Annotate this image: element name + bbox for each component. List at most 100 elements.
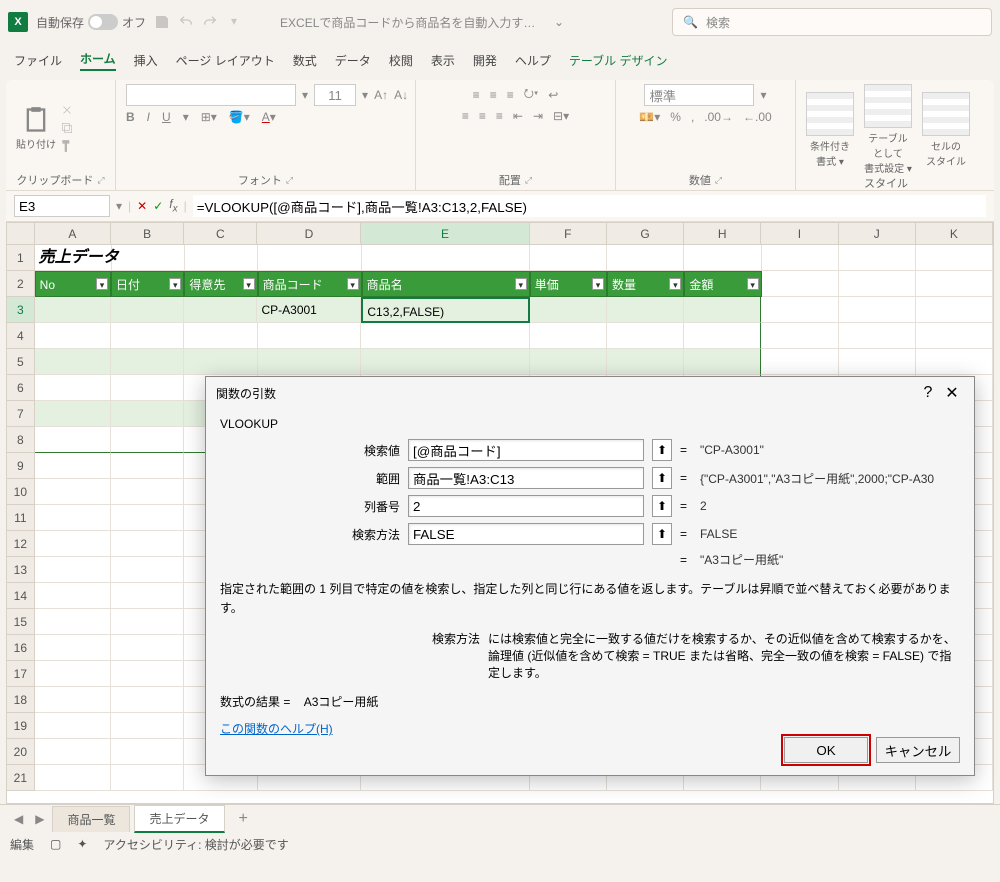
cell[interactable] <box>607 245 684 271</box>
cell[interactable] <box>761 323 838 349</box>
cell[interactable] <box>111 765 184 791</box>
col-header-F[interactable]: F <box>530 223 607 245</box>
col-header-K[interactable]: K <box>916 223 993 245</box>
number-launcher-icon[interactable]: ⤢ <box>715 175 722 186</box>
tab-insert[interactable]: 挿入 <box>134 52 158 69</box>
macro-record-icon[interactable]: ▢ <box>50 837 61 851</box>
row-header[interactable]: 19 <box>7 713 35 739</box>
paste-button[interactable]: 貼り付け <box>16 106 56 151</box>
cell[interactable] <box>916 323 993 349</box>
cell[interactable] <box>111 739 184 765</box>
row-header[interactable]: 14 <box>7 583 35 609</box>
cell[interactable] <box>607 323 684 349</box>
cell[interactable] <box>111 323 184 349</box>
row-header[interactable]: 4 <box>7 323 35 349</box>
fx-icon[interactable]: fx <box>169 197 177 214</box>
cell[interactable]: No▾ <box>35 271 111 297</box>
fill-color-button[interactable]: 🪣▾ <box>229 110 250 124</box>
cell[interactable] <box>35 453 111 479</box>
undo-icon[interactable] <box>178 14 194 30</box>
cell[interactable] <box>111 583 184 609</box>
underline-button[interactable]: U <box>162 110 171 124</box>
size-dropdown-icon[interactable]: ▾ <box>362 88 368 102</box>
cell[interactable] <box>35 323 111 349</box>
tab-home[interactable]: ホーム <box>80 50 116 71</box>
cell[interactable] <box>35 635 111 661</box>
align-left-icon[interactable]: ≡ <box>462 109 469 123</box>
wrap-text-icon[interactable]: ↩ <box>548 88 558 102</box>
row-header[interactable]: 5 <box>7 349 35 375</box>
cell[interactable] <box>111 349 184 375</box>
cell[interactable] <box>839 245 916 271</box>
increase-indent-icon[interactable]: ⇥ <box>533 109 543 123</box>
cell[interactable] <box>762 271 839 297</box>
tab-developer[interactable]: 開発 <box>473 52 497 69</box>
cell[interactable]: C13,2,FALSE) <box>361 297 529 323</box>
font-launcher-icon[interactable]: ⤢ <box>286 175 293 186</box>
cell[interactable] <box>35 375 111 401</box>
cell[interactable]: 日付▾ <box>111 271 184 297</box>
cell[interactable] <box>839 323 916 349</box>
row-header[interactable]: 18 <box>7 687 35 713</box>
font-color-button[interactable]: A▾ <box>262 110 276 124</box>
cell[interactable] <box>111 687 184 713</box>
cell[interactable] <box>762 245 839 271</box>
cell[interactable] <box>111 661 184 687</box>
cell[interactable]: 商品名▾ <box>362 271 530 297</box>
col-header-D[interactable]: D <box>257 223 361 245</box>
cell[interactable] <box>35 739 111 765</box>
align-right-icon[interactable]: ≡ <box>496 109 503 123</box>
tab-review[interactable]: 校閲 <box>389 52 413 69</box>
comma-icon[interactable]: , <box>691 110 694 124</box>
align-middle-icon[interactable]: ≡ <box>490 88 497 102</box>
row-header[interactable]: 12 <box>7 531 35 557</box>
alignment-launcher-icon[interactable]: ⤢ <box>525 175 532 186</box>
redo-icon[interactable] <box>202 14 218 30</box>
col-header-H[interactable]: H <box>684 223 761 245</box>
italic-button[interactable]: I <box>147 110 150 124</box>
cell[interactable] <box>839 297 916 323</box>
sheet-tab-1[interactable]: 商品一覧 <box>52 806 130 832</box>
filter-dropdown-icon[interactable]: ▾ <box>669 278 681 290</box>
autosave-toggle[interactable]: 自動保存 オフ <box>36 14 146 31</box>
ok-button[interactable]: OK <box>784 737 868 763</box>
cell[interactable] <box>184 349 257 375</box>
cell[interactable] <box>111 453 184 479</box>
cell[interactable] <box>839 349 916 375</box>
row-header[interactable]: 15 <box>7 609 35 635</box>
cell[interactable] <box>916 271 993 297</box>
cell[interactable] <box>35 479 111 505</box>
cell[interactable]: 売上データ <box>35 245 112 271</box>
accessibility-icon[interactable]: ✦ <box>77 837 87 851</box>
row-header[interactable]: 3 <box>7 297 35 323</box>
col-header-A[interactable]: A <box>35 223 111 245</box>
range-picker-icon[interactable]: ⬆ <box>652 439 672 461</box>
filter-dropdown-icon[interactable]: ▾ <box>515 278 527 290</box>
cell[interactable] <box>184 297 257 323</box>
row-header[interactable]: 21 <box>7 765 35 791</box>
cell[interactable] <box>607 349 684 375</box>
col-header-I[interactable]: I <box>761 223 838 245</box>
tab-view[interactable]: 表示 <box>431 52 455 69</box>
cell[interactable] <box>35 557 111 583</box>
cell[interactable] <box>761 297 838 323</box>
filter-dropdown-icon[interactable]: ▾ <box>347 278 359 290</box>
row-header[interactable]: 9 <box>7 453 35 479</box>
align-center-icon[interactable]: ≡ <box>479 109 486 123</box>
align-top-icon[interactable]: ≡ <box>473 88 480 102</box>
cell[interactable] <box>111 609 184 635</box>
range-picker-icon[interactable]: ⬆ <box>652 467 672 489</box>
cell[interactable] <box>35 297 111 323</box>
arg-col-index-input[interactable] <box>408 495 644 517</box>
cell[interactable] <box>35 687 111 713</box>
sheet-nav-next-icon[interactable]: ▶ <box>31 812 48 826</box>
sheet-tab-2[interactable]: 売上データ <box>134 805 224 833</box>
cell[interactable] <box>258 323 362 349</box>
orientation-icon[interactable]: ⭮▾ <box>524 84 539 105</box>
font-size-select[interactable] <box>314 84 356 106</box>
cell[interactable]: 金額▾ <box>684 271 761 297</box>
row-header[interactable]: 20 <box>7 739 35 765</box>
cell[interactable] <box>684 297 761 323</box>
row-header[interactable]: 13 <box>7 557 35 583</box>
border-button[interactable]: ⊞▾ <box>201 110 217 124</box>
